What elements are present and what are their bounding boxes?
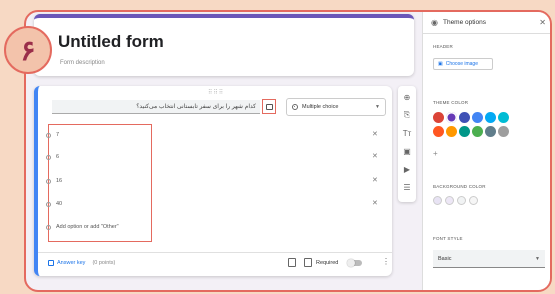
add-color-icon[interactable]: + (433, 149, 438, 158)
add-image-icon[interactable]: ▣ (402, 146, 412, 156)
points-label: (0 points) (92, 260, 116, 266)
font-style-section-label: FONT STYLE (433, 236, 463, 241)
remove-option-icon[interactable]: ✕ (372, 199, 378, 207)
theme-color-swatch[interactable] (433, 112, 444, 123)
answer-key-label: Answer key (57, 260, 86, 266)
palette-icon: ◉ (431, 18, 438, 27)
theme-color-swatch[interactable] (498, 112, 509, 123)
close-icon[interactable]: ✕ (539, 18, 546, 27)
choose-image-button[interactable]: ▣ Choose image (433, 58, 493, 70)
theme-panel-header: ◉ Theme options (423, 12, 550, 34)
theme-color-swatch[interactable] (433, 126, 444, 137)
duplicate-icon[interactable] (288, 258, 296, 267)
option-row[interactable]: 40 (46, 201, 62, 207)
theme-color-swatch[interactable] (485, 126, 496, 137)
radio-type-icon (292, 104, 298, 110)
radio-icon (46, 201, 51, 207)
drag-handle[interactable]: ⠿⠿⠿ (208, 89, 224, 96)
radio-icon (46, 178, 51, 184)
add-section-icon[interactable]: ☰ (402, 182, 412, 192)
divider (38, 252, 392, 253)
form-title[interactable]: Untitled form (58, 32, 164, 52)
option-label[interactable]: 7 (56, 132, 59, 138)
background-color-section-label: BACKGROUND COLOR (433, 184, 486, 189)
add-option-row[interactable]: Add option or add "Other" (46, 224, 119, 230)
option-label[interactable]: 6 (56, 154, 59, 160)
background-color-swatch[interactable] (469, 196, 478, 205)
theme-color-section-label: THEME COLOR (433, 100, 469, 105)
question-type-dropdown[interactable]: Multiple choice ▼ (286, 98, 386, 116)
radio-icon (46, 132, 51, 138)
remove-option-icon[interactable]: ✕ (372, 152, 378, 160)
image-icon: ▣ (438, 61, 443, 67)
form-description[interactable]: Form description (60, 60, 105, 66)
option-row[interactable]: 7 (46, 132, 59, 138)
theme-color-swatch[interactable] (459, 126, 470, 137)
radio-icon (46, 154, 51, 160)
theme-color-swatch[interactable] (459, 112, 470, 123)
background-color-swatch[interactable] (433, 196, 442, 205)
theme-panel-title: Theme options (442, 19, 486, 26)
import-questions-icon[interactable]: ⎘ (402, 110, 412, 120)
theme-color-swatch[interactable] (485, 112, 496, 123)
theme-options-panel: ◉ Theme options ✕ HEADER ▣ Choose image … (422, 12, 550, 290)
checkbox-icon (48, 260, 54, 266)
required-label: Required (316, 260, 339, 266)
option-row[interactable]: 16 (46, 178, 62, 184)
remove-option-icon[interactable]: ✕ (372, 130, 378, 138)
chevron-down-icon: ▼ (535, 255, 540, 262)
theme-color-swatch[interactable] (472, 112, 483, 123)
background-color-swatch[interactable] (445, 196, 454, 205)
form-title-card: Untitled form Form description (34, 14, 414, 76)
radio-icon (46, 224, 51, 230)
question-input[interactable]: کدام شهر را برای سفر تابستانی انتخاب می‌… (52, 100, 260, 114)
answer-key-button[interactable]: Answer key (0 points) (48, 260, 115, 266)
option-label[interactable]: 40 (56, 201, 62, 207)
floating-toolbar: ⊕ ⎘ Tт ▣ ▶ ☰ (398, 86, 416, 202)
add-option-label[interactable]: Add option or add "Other" (56, 224, 119, 230)
chevron-down-icon: ▼ (375, 104, 380, 110)
font-style-dropdown[interactable]: Basic ▼ (433, 250, 545, 268)
add-video-icon[interactable]: ▶ (402, 164, 412, 174)
app-window: Untitled form Form description ⠿⠿⠿ کدام … (24, 10, 552, 292)
font-style-value: Basic (438, 255, 452, 262)
remove-option-icon[interactable]: ✕ (372, 176, 378, 184)
required-toggle[interactable] (347, 259, 362, 267)
page-number-badge: ۶ (4, 26, 52, 74)
choose-image-label: Choose image (445, 61, 478, 67)
option-label[interactable]: 16 (56, 178, 62, 184)
background-color-swatch[interactable] (457, 196, 466, 205)
question-card[interactable]: ⠿⠿⠿ کدام شهر را برای سفر تابستانی انتخاب… (34, 86, 392, 276)
more-vert-icon[interactable]: ⋮ (382, 257, 390, 266)
theme-color-swatch[interactable] (446, 126, 457, 137)
add-question-icon[interactable]: ⊕ (402, 92, 412, 102)
add-image-icon[interactable] (262, 99, 276, 114)
theme-color-swatch[interactable] (498, 126, 509, 137)
add-title-icon[interactable]: Tт (402, 128, 412, 138)
option-row[interactable]: 6 (46, 154, 59, 160)
header-section-label: HEADER (433, 44, 453, 49)
theme-color-swatch[interactable] (472, 126, 483, 137)
question-type-label: Multiple choice (302, 104, 339, 110)
theme-color-swatch[interactable] (446, 112, 457, 123)
trash-icon[interactable] (304, 258, 312, 267)
